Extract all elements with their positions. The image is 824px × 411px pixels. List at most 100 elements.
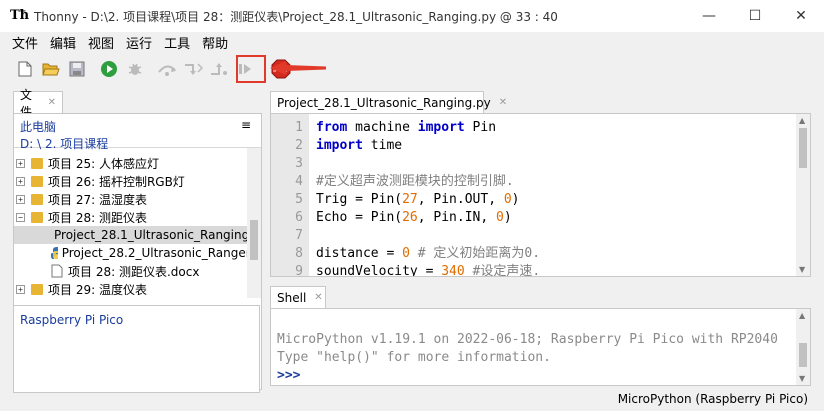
shell-prompt[interactable]: >>> — [277, 367, 300, 385]
line-number: 7 — [295, 228, 303, 243]
scroll-down-icon[interactable]: ▼ — [799, 374, 805, 383]
code-token: , Pin.OUT, — [417, 192, 504, 207]
tab-shell[interactable]: Shell ✕ — [270, 286, 326, 308]
close-icon[interactable]: ✕ — [314, 292, 322, 303]
code-token: 340 — [441, 264, 465, 277]
code-line[interactable]: #定义超声波测距模块的控制引脚. — [316, 173, 514, 191]
menu-edit[interactable]: 编辑 — [44, 33, 82, 52]
tab-editor-file[interactable]: Project_28.1_Ultrasonic_Ranging.py ✕ — [270, 91, 507, 113]
code-line[interactable]: Trig = Pin(27, Pin.OUT, 0) — [316, 191, 520, 209]
folder-icon — [31, 193, 43, 205]
editor-pane: Project_28.1_Ultrasonic_Ranging.py ✕ 1 fr… — [270, 91, 811, 277]
expand-icon[interactable]: + — [16, 284, 25, 294]
code-token: , Pin.IN, — [417, 210, 497, 225]
file-tree: + 项目 25: 人体感应灯 + 项目 26: 摇杆控制RGB灯 + 项目 27… — [14, 148, 261, 298]
shell-output-version: MicroPython v1.19.1 on 2022-06-18; Raspb… — [277, 332, 778, 347]
code-token: # 定义初始距离为0. — [409, 246, 541, 261]
menu-view[interactable]: 视图 — [82, 33, 120, 52]
code-line[interactable]: from machine import Pin — [316, 119, 496, 137]
code-token: ) — [503, 210, 512, 225]
stop-highlight-box — [236, 55, 266, 83]
collapse-icon[interactable]: − — [16, 212, 25, 222]
tree-item-label: 项目 25: 人体感应灯 — [48, 156, 159, 171]
expand-icon[interactable]: + — [16, 194, 25, 204]
folder-icon — [31, 175, 43, 187]
interpreter-status[interactable]: MicroPython (Raspberry Pi Pico) — [618, 392, 808, 406]
tree-item-project-29[interactable]: + 项目 29: 温度仪表 — [14, 280, 261, 298]
files-scrollbar[interactable] — [247, 148, 261, 298]
tree-item-label: Project_28.1_Ultrasonic_Ranging. — [54, 228, 254, 242]
menu-icon[interactable]: ≡ — [241, 118, 251, 132]
scroll-up-icon[interactable]: ▲ — [799, 311, 805, 320]
debug-icon[interactable] — [124, 58, 146, 80]
code-token: Pin — [464, 120, 497, 135]
tree-item-project-25[interactable]: + 项目 25: 人体感应灯 — [14, 154, 261, 172]
document-icon — [51, 264, 63, 278]
code-token: #定义超声波测距模块的控制引脚. — [316, 174, 514, 189]
code-token: 0 — [503, 192, 512, 207]
python-file-icon — [51, 247, 58, 259]
line-number: 5 — [295, 192, 303, 207]
code-token: machine — [347, 120, 418, 135]
save-icon[interactable] — [66, 58, 88, 80]
shell-console[interactable]: MicroPython v1.19.1 on 2022-06-18; Raspb… — [270, 308, 811, 386]
tree-item-label: 项目 27: 温湿度表 — [48, 192, 147, 207]
menu-help[interactable]: 帮助 — [196, 33, 234, 52]
thonny-logo-icon: Tħ — [10, 8, 30, 23]
location-computer[interactable]: 此电脑 — [14, 118, 261, 135]
tree-item-project-27[interactable]: + 项目 27: 温湿度表 — [14, 190, 261, 208]
line-number: 2 — [295, 138, 303, 153]
code-token: distance = — [316, 246, 403, 261]
tree-item-ranging-py[interactable]: Project_28.1_Ultrasonic_Ranging. — [14, 226, 253, 244]
editor-scrollbar[interactable]: ▲ ▼ — [796, 114, 810, 276]
shell-scrollbar-thumb[interactable] — [799, 343, 807, 367]
shell-scrollbar[interactable]: ▲ ▼ — [796, 309, 810, 385]
close-icon[interactable]: ✕ — [499, 97, 507, 108]
menu-run[interactable]: 运行 — [120, 33, 158, 52]
tree-item-label: 项目 29: 温度仪表 — [48, 282, 147, 297]
close-button[interactable]: ✕ — [778, 0, 824, 32]
code-line[interactable]: soundVelocity = 340 #设定声速. — [316, 263, 540, 277]
code-token: time — [362, 138, 403, 153]
line-number: 8 — [295, 246, 303, 261]
line-number: 1 — [295, 120, 303, 135]
tree-item-project-26[interactable]: + 项目 26: 摇杆控制RGB灯 — [14, 172, 261, 190]
step-out-icon[interactable] — [208, 58, 230, 80]
code-line[interactable]: distance = 0 # 定义初始距离为0. — [316, 245, 540, 263]
files-scrollbar-thumb[interactable] — [250, 220, 258, 260]
expand-icon[interactable]: + — [16, 176, 25, 186]
step-into-icon[interactable] — [182, 58, 204, 80]
tree-item-project-28[interactable]: − 项目 28: 测距仪表 — [14, 208, 261, 226]
code-token: import — [316, 138, 363, 153]
title-bar: Tħ Thonny - D:\2. 项目课程\项目 28：测距仪表\Projec… — [0, 0, 824, 32]
tree-item-label: 项目 26: 摇杆控制RGB灯 — [48, 174, 185, 189]
menu-file[interactable]: 文件 — [6, 33, 44, 52]
expand-icon[interactable]: + — [16, 158, 25, 168]
code-token: import — [417, 120, 465, 135]
maximize-button[interactable]: ☐ — [732, 0, 778, 32]
tree-item-ranger-py[interactable]: Project_28.2_Ultrasonic_Ranger.p — [14, 244, 261, 262]
folder-icon — [31, 283, 43, 295]
editor-scrollbar-thumb[interactable] — [799, 128, 807, 168]
close-icon[interactable]: ✕ — [48, 97, 56, 108]
code-line[interactable]: Echo = Pin(26, Pin.IN, 0) — [316, 209, 512, 227]
device-label[interactable]: Raspberry Pi Pico — [14, 306, 259, 327]
code-line[interactable]: import time — [316, 137, 402, 155]
open-file-icon[interactable] — [40, 58, 62, 80]
scroll-down-icon[interactable]: ▼ — [799, 265, 805, 274]
new-file-icon[interactable] — [14, 58, 36, 80]
scroll-up-icon[interactable]: ▲ — [799, 116, 805, 125]
run-icon[interactable] — [98, 58, 120, 80]
tree-item-docx[interactable]: 项目 28: 测距仪表.docx — [14, 262, 261, 280]
code-token: 0 — [496, 210, 504, 225]
tree-item-label: 项目 28: 测距仪表.docx — [68, 264, 200, 279]
code-editor[interactable]: 1 from machine import Pin 2 import time 3 4 #定… — [270, 113, 811, 277]
minimize-button[interactable]: — — [686, 0, 732, 32]
device-panel: Raspberry Pi Pico — [13, 305, 260, 393]
step-over-icon[interactable] — [156, 58, 178, 80]
tab-files[interactable]: 文件 ✕ — [13, 88, 63, 119]
arrow-left-icon — [270, 61, 326, 75]
menu-tools[interactable]: 工具 — [158, 33, 196, 52]
menu-bar: 文件 编辑 视图 运行 工具 帮助 — [0, 32, 824, 52]
shell-tab-label: Shell — [277, 290, 307, 305]
